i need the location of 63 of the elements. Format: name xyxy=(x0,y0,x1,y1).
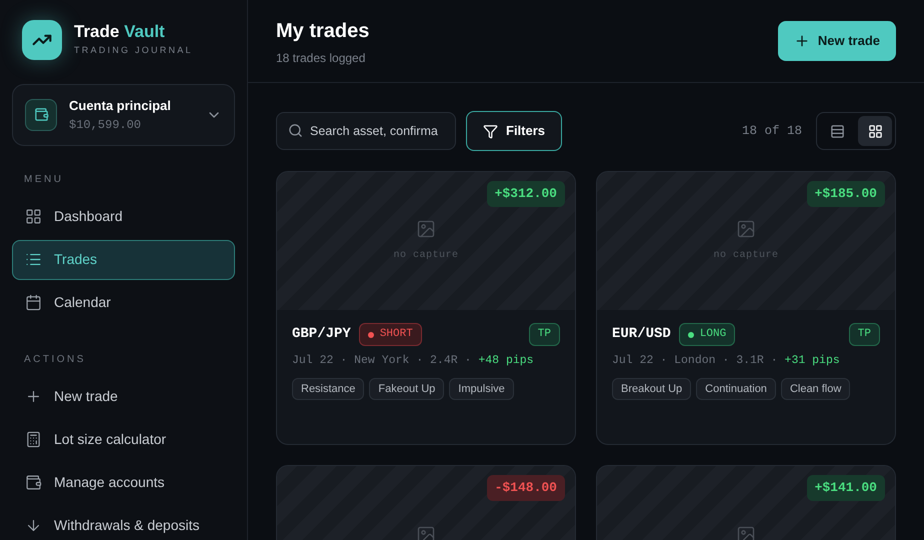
no-capture-label: no capture xyxy=(393,249,458,263)
wallet-icon xyxy=(25,98,57,131)
image-icon xyxy=(736,219,756,239)
brand-tagline: TRADING JOURNAL xyxy=(74,44,193,58)
logo-icon xyxy=(22,20,62,60)
tag: Breakout Up xyxy=(612,378,692,400)
brand-name: Trade Vault xyxy=(74,22,166,42)
nav-item[interactable]: Lot size calculator xyxy=(12,420,235,460)
result-badge: TP xyxy=(528,323,560,346)
search-icon xyxy=(288,123,303,138)
image-icon xyxy=(736,525,756,540)
pair-label: GBP/JPY xyxy=(292,325,351,344)
pnl-badge: +$185.00 xyxy=(806,181,885,206)
filters-button[interactable]: Filters xyxy=(466,111,562,151)
nav-item[interactable]: Calendar xyxy=(12,282,235,322)
arrow-down-icon xyxy=(25,517,42,534)
nav-item[interactable]: Dashboard xyxy=(12,196,235,236)
pair-label: EUR/USD xyxy=(612,325,671,344)
page-title: My trades xyxy=(276,18,370,44)
account-name: Cuenta principal xyxy=(69,97,172,115)
pnl-badge: +$141.00 xyxy=(806,475,885,500)
calculator-icon xyxy=(25,431,42,448)
no-capture-label: no capture xyxy=(713,249,778,263)
section-heading: ACTIONS xyxy=(23,352,87,366)
trade-meta: Jul 22 · London · 3.1R · +31 pips xyxy=(612,353,841,369)
plus-icon xyxy=(794,33,810,49)
tag: Continuation xyxy=(696,378,776,400)
nav-item[interactable]: Manage accounts xyxy=(12,462,235,502)
view-button[interactable] xyxy=(858,116,892,146)
section-heading: MENU xyxy=(23,172,64,186)
wallet-icon xyxy=(25,474,42,491)
trade-card[interactable]: +$141.00 xyxy=(596,465,896,540)
tag: Clean flow xyxy=(780,378,850,400)
account-balance: $10,599.00 xyxy=(69,116,142,134)
filter-icon xyxy=(483,124,498,138)
page-subtitle: 18 trades logged xyxy=(276,50,366,66)
result-badge: TP xyxy=(848,323,880,346)
new-trade-button[interactable]: New trade xyxy=(778,21,896,61)
trade-card[interactable]: -$148.00 xyxy=(276,465,576,540)
nav-item[interactable]: Withdrawals & deposits xyxy=(12,506,235,540)
tag: Impulsive xyxy=(449,378,514,400)
image-icon xyxy=(416,525,436,540)
nav-item[interactable]: Trades xyxy=(12,240,235,280)
plus-icon xyxy=(25,388,42,405)
trade-card[interactable]: +$312.00 no capture GBP/JPY SHORT TP Jul 22 · New York · 2.4R · +48 pips Resistance Fakeout Up Impulsive xyxy=(276,171,576,445)
result-count: 18 of 18 xyxy=(742,122,802,140)
rows-icon xyxy=(830,124,844,138)
trade-card[interactable]: +$185.00 no capture EUR/USD LONG TP Jul 22 · London · 3.1R · +31 pips Breakout Up Continuation Clean flow xyxy=(596,171,896,445)
trade-meta: Jul 22 · New York · 2.4R · +48 pips xyxy=(292,353,535,369)
dashboard-icon xyxy=(25,208,42,225)
image-icon xyxy=(416,219,436,239)
account-selector[interactable]: Cuenta principal $10,599.00 xyxy=(12,84,235,146)
side-badge: LONG xyxy=(678,323,736,346)
nav-item[interactable]: New trade xyxy=(12,376,235,416)
calendar-icon xyxy=(25,294,42,311)
side-badge: SHORT xyxy=(358,323,422,346)
tag: Resistance xyxy=(292,378,364,400)
pnl-badge: +$312.00 xyxy=(486,181,565,206)
list-icon xyxy=(25,251,42,268)
search-field[interactable]: Search asset, confirma xyxy=(276,112,456,150)
pnl-badge: -$148.00 xyxy=(486,475,565,500)
tag: Fakeout Up xyxy=(369,378,444,400)
grid-icon xyxy=(868,124,882,138)
